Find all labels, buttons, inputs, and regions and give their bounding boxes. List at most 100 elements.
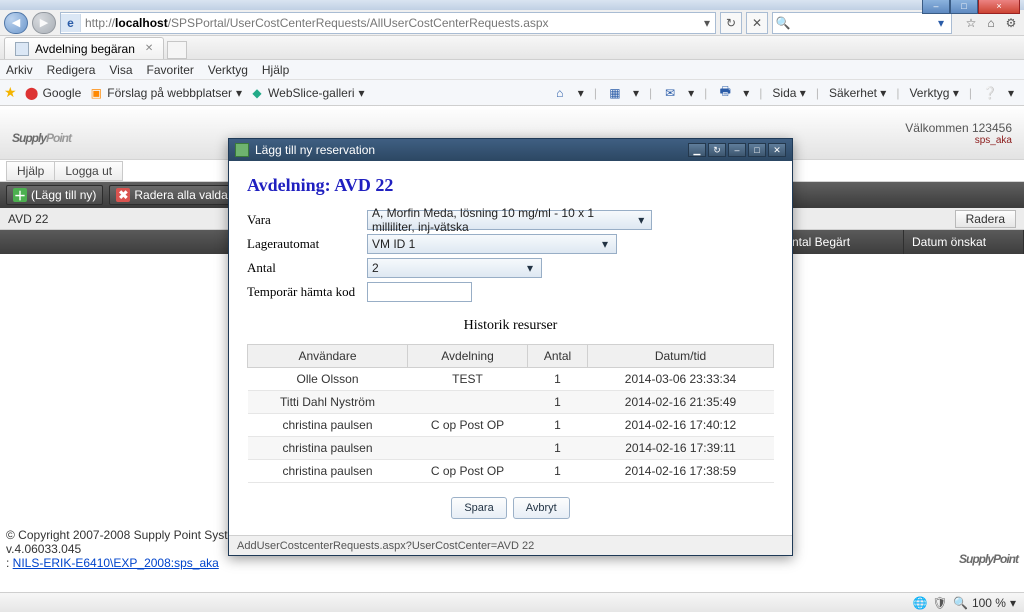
copyright-text: © Copyright 2007-2008 Supply Point Syste… [6, 528, 264, 542]
internet-zone-icon: 🌐 [913, 596, 927, 610]
dialog-titlebar[interactable]: Lägg till ny reservation ▁ ↻ – □ ✕ [229, 139, 792, 161]
history-title: Historik resurser [247, 318, 774, 334]
delete-button[interactable]: Radera [955, 210, 1016, 228]
antal-value: 2 [372, 261, 379, 275]
cmd-tools[interactable]: Verktyg ▾ [909, 86, 958, 100]
kod-input[interactable] [367, 282, 472, 302]
vara-value: A, Morfin Meda, lösning 10 mg/ml - 10 x … [372, 206, 636, 234]
settings-icon[interactable]: ⚙ [1002, 14, 1020, 32]
refresh-button[interactable]: ↻ [720, 12, 742, 34]
protected-mode-icon: 🛡 [933, 596, 947, 610]
grid-col-date[interactable]: Datum önskat [904, 230, 1024, 254]
supplypoint-logo: SupplyPoint [12, 117, 71, 149]
dialog-title: Lägg till ny reservation [255, 143, 375, 157]
dialog-minimize-button[interactable]: – [728, 143, 746, 157]
col-qty[interactable]: Antal [528, 345, 588, 368]
mail-icon[interactable]: ✉ [662, 85, 678, 101]
antal-dropdown[interactable]: 2 ▾ [367, 258, 542, 278]
menu-view[interactable]: Visa [109, 63, 132, 77]
filter-value: AVD 22 [8, 212, 48, 226]
home-icon[interactable]: ⌂ [982, 14, 1000, 32]
window-chrome: – □ × [0, 0, 1024, 10]
history-table: Användare Avdelning Antal Datum/tid Olle… [247, 344, 774, 483]
rss-icon: ▣ [89, 86, 103, 100]
window-minimize-button[interactable]: – [922, 0, 950, 14]
dialog-heading: Avdelning: AVD 22 [247, 175, 774, 196]
help-button[interactable]: Hjälp [6, 161, 55, 181]
window-maximize-button[interactable]: □ [950, 0, 978, 14]
add-new-button[interactable]: ＋(Lägg till ny) [6, 185, 103, 205]
address-bar[interactable]: e http://localhost/SPSPortal/UserCostCen… [60, 12, 716, 34]
menu-tools[interactable]: Verktyg [208, 63, 248, 77]
home-icon[interactable]: ⌂ [552, 85, 568, 101]
dialog-status-bar: AddUserCostcenterRequests.aspx?UserCostC… [229, 535, 792, 555]
menu-edit[interactable]: Redigera [47, 63, 96, 77]
window-close-button[interactable]: × [978, 0, 1020, 14]
label-lager: Lagerautomat [247, 236, 367, 252]
stop-button[interactable]: ✕ [746, 12, 768, 34]
fav-google[interactable]: ⬤Google [25, 86, 82, 100]
zoom-value: 100 % [972, 596, 1006, 610]
favorites-icon[interactable]: ☆ [962, 14, 980, 32]
menu-help[interactable]: Hjälp [262, 63, 289, 77]
dialog-close-button[interactable]: ✕ [768, 143, 786, 157]
chevron-down-icon: ▾ [523, 261, 537, 275]
help-icon[interactable]: ❔ [982, 85, 998, 101]
new-tab-button[interactable] [167, 41, 187, 59]
zoom-icon: 🔍 [953, 596, 968, 610]
vara-dropdown[interactable]: A, Morfin Meda, lösning 10 mg/ml - 10 x … [367, 210, 652, 230]
address-dropdown-icon[interactable]: ▾ [699, 16, 715, 30]
google-icon: ⬤ [25, 86, 39, 100]
lager-value: VM ID 1 [372, 237, 415, 251]
col-user[interactable]: Användare [248, 345, 408, 368]
ie-tabstrip: Avdelning begäran ✕ [0, 36, 1024, 60]
zoom-control[interactable]: 🔍 100 % ▾ [953, 596, 1016, 610]
feeds-icon[interactable]: ▦ [607, 85, 623, 101]
favorites-star-icon[interactable]: ★ [4, 84, 17, 101]
dialog-icon [235, 143, 249, 157]
grid-col-qty[interactable]: ntal Begärt [784, 230, 904, 254]
tab-favicon [15, 42, 29, 56]
table-row[interactable]: christina paulsen C op Post OP 1 2014-02… [248, 460, 774, 483]
table-row[interactable]: christina paulsen C op Post OP 1 2014-02… [248, 414, 774, 437]
col-dt[interactable]: Datum/tid [588, 345, 774, 368]
server-link[interactable]: NILS-ERIK-E6410\EXP_2008:sps_aka [13, 556, 219, 570]
search-dropdown-icon[interactable]: ▾ [931, 16, 951, 30]
label-vara: Vara [247, 212, 367, 228]
webslice-icon: ◆ [250, 86, 264, 100]
label-antal: Antal [247, 260, 367, 276]
dialog-collapse-button[interactable]: ▁ [688, 143, 706, 157]
menu-favorites[interactable]: Favoriter [147, 63, 194, 77]
col-dept[interactable]: Avdelning [408, 345, 528, 368]
fav-webslice[interactable]: ◆WebSlice-galleri ▾ [250, 86, 365, 100]
plus-icon: ＋ [13, 188, 27, 202]
tab-close-icon[interactable]: ✕ [145, 43, 153, 54]
dialog-refresh-button[interactable]: ↻ [708, 143, 726, 157]
back-button[interactable]: ◀ [4, 12, 28, 34]
ie-favorites-bar: ★ ⬤Google ▣Förslag på webbplatser ▾ ◆Web… [0, 80, 1024, 106]
tab-title: Avdelning begäran [35, 42, 135, 56]
ie-icon: e [61, 14, 81, 32]
cmd-safety[interactable]: Säkerhet ▾ [829, 86, 886, 100]
chevron-down-icon: ▾ [598, 237, 612, 251]
lager-dropdown[interactable]: VM ID 1 ▾ [367, 234, 617, 254]
chevron-down-icon: ▾ [1010, 596, 1016, 610]
print-icon[interactable]: 🖶 [717, 85, 733, 101]
chevron-down-icon: ▾ [636, 213, 647, 227]
table-row[interactable]: Titti Dahl Nyström 1 2014-02-16 21:35:49 [248, 391, 774, 414]
add-reservation-dialog: Lägg till ny reservation ▁ ↻ – □ ✕ Avdel… [228, 138, 793, 556]
search-input[interactable]: 🔍 ▾ [772, 12, 952, 34]
logout-button[interactable]: Logga ut [54, 161, 123, 181]
dialog-maximize-button[interactable]: □ [748, 143, 766, 157]
browser-tab[interactable]: Avdelning begäran ✕ [4, 37, 164, 59]
fav-suggested[interactable]: ▣Förslag på webbplatser ▾ [89, 86, 242, 100]
table-row[interactable]: Olle Olsson TEST 1 2014-03-06 23:33:34 [248, 368, 774, 391]
delete-icon: ✖ [116, 188, 130, 202]
forward-button[interactable]: ▶ [32, 12, 56, 34]
cmd-page[interactable]: Sida ▾ [772, 86, 805, 100]
page-content: SupplyPoint Välkommen 123456 sps_aka Hjä… [0, 106, 1024, 592]
menu-file[interactable]: Arkiv [6, 63, 33, 77]
cancel-button[interactable]: Avbryt [513, 497, 570, 519]
table-row[interactable]: christina paulsen 1 2014-02-16 17:39:11 [248, 437, 774, 460]
save-button[interactable]: Spara [451, 497, 506, 519]
